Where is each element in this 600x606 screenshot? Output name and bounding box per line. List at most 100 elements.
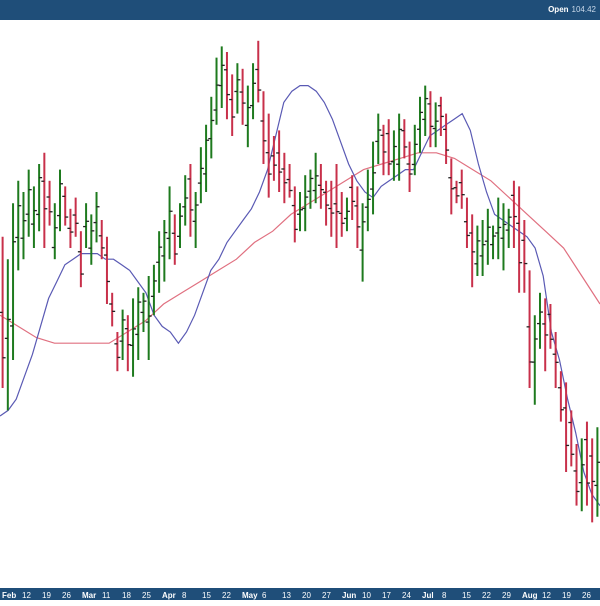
ohlc-bar bbox=[338, 192, 345, 237]
ohlc-bar bbox=[291, 186, 298, 243]
ohlc-bar bbox=[177, 203, 183, 248]
ohlc-bar bbox=[495, 197, 502, 260]
ohlc-bar bbox=[359, 203, 366, 282]
ohlc-bar bbox=[192, 192, 199, 248]
x-tick-label: 22 bbox=[482, 591, 491, 600]
x-tick-label: 19 bbox=[42, 591, 51, 600]
ohlc-bar bbox=[568, 410, 575, 467]
ohlc-bar bbox=[370, 141, 377, 215]
ohlc-bar bbox=[573, 444, 580, 506]
ohlc-bar bbox=[453, 180, 460, 204]
ohlc-bar bbox=[458, 169, 465, 209]
ohlc-bar bbox=[276, 130, 283, 192]
ohlc-bar bbox=[77, 231, 84, 288]
ohlc-bar bbox=[182, 175, 189, 226]
ohlc-bar bbox=[583, 421, 590, 506]
ohlc-bar bbox=[469, 214, 476, 288]
x-tick-label: 12 bbox=[22, 591, 31, 600]
ohlc-bar bbox=[542, 298, 549, 372]
ohlc-bar bbox=[30, 186, 37, 248]
ohlc-bar bbox=[307, 169, 314, 209]
ohlc-bar bbox=[171, 214, 178, 265]
ohlc-bar bbox=[46, 180, 53, 226]
ohlc-bar bbox=[187, 164, 194, 237]
x-tick-label: 8 bbox=[442, 591, 447, 600]
ohlc-bar bbox=[244, 85, 251, 148]
moving-average-short-line bbox=[0, 84, 600, 506]
ohlc-bar bbox=[349, 175, 356, 220]
ohlc-bar bbox=[406, 141, 413, 192]
ohlc-bar bbox=[229, 74, 236, 136]
ohlc-bar bbox=[62, 186, 69, 226]
ohlc-bar bbox=[375, 113, 382, 164]
ohlc-bar bbox=[312, 152, 319, 204]
ohlc-bar bbox=[396, 113, 403, 181]
ohlc-bar bbox=[4, 259, 11, 411]
ohlc-bar bbox=[156, 231, 163, 293]
ohlc-bar bbox=[463, 197, 470, 248]
x-tick-label: Jul bbox=[422, 591, 434, 600]
x-tick-label: Aug bbox=[522, 591, 538, 600]
ohlc-bar bbox=[36, 164, 43, 232]
ohlc-bar bbox=[521, 220, 528, 293]
top-bar: Open 104.42 bbox=[0, 0, 600, 20]
ohlc-bar bbox=[234, 63, 241, 114]
ohlc-bar bbox=[72, 197, 79, 237]
ohlc-bar bbox=[88, 214, 95, 265]
ohlc-bar bbox=[563, 382, 570, 472]
ohlc-bar bbox=[422, 85, 429, 136]
ohlc-bar bbox=[140, 292, 147, 332]
ohlc-bar bbox=[250, 63, 257, 120]
ohlc-bar bbox=[0, 236, 6, 388]
ohlc-bar bbox=[417, 96, 423, 153]
ohlc-bar bbox=[15, 180, 22, 271]
ohlc-bars-layer bbox=[0, 40, 600, 523]
ohlc-bar bbox=[51, 203, 58, 260]
x-tick-label: 18 bbox=[122, 591, 131, 600]
ohlc-bar bbox=[223, 52, 230, 120]
ohlc-bar bbox=[20, 192, 27, 260]
ohlc-bar bbox=[98, 220, 105, 260]
ohlc-bar bbox=[490, 225, 497, 260]
x-tick-label: Mar bbox=[82, 591, 96, 600]
ohlc-bar bbox=[119, 309, 126, 360]
ohlc-bar bbox=[537, 292, 543, 349]
price-chart[interactable] bbox=[0, 20, 600, 588]
x-tick-label: 8 bbox=[182, 591, 187, 600]
ohlc-bar bbox=[218, 46, 225, 108]
ohlc-bar bbox=[364, 169, 371, 232]
ohlc-bar bbox=[526, 270, 533, 388]
open-value: 104.42 bbox=[571, 5, 596, 14]
ohlc-bar bbox=[500, 203, 507, 271]
x-tick-label: 15 bbox=[202, 591, 211, 600]
price-chart-svg bbox=[0, 40, 600, 523]
ohlc-bar bbox=[354, 186, 361, 248]
ohlc-bar bbox=[83, 203, 90, 248]
ohlc-bar bbox=[479, 220, 486, 276]
x-tick-label: Feb bbox=[2, 591, 16, 600]
x-tick-label: 15 bbox=[462, 591, 471, 600]
ohlc-bar bbox=[145, 276, 152, 360]
x-tick-label: 19 bbox=[562, 591, 571, 600]
ohlc-bar bbox=[93, 192, 100, 243]
ohlc-bar bbox=[286, 164, 293, 198]
x-tick-label: 6 bbox=[262, 591, 267, 600]
ohlc-bar bbox=[401, 119, 408, 159]
x-tick-label: 20 bbox=[302, 591, 311, 600]
ohlc-bar bbox=[390, 130, 397, 181]
ohlc-bar bbox=[302, 175, 309, 232]
ohlc-bar bbox=[333, 164, 340, 248]
ohlc-bar bbox=[589, 438, 596, 523]
ohlc-bar bbox=[208, 96, 215, 159]
x-axis: Feb 12 19 26 Mar 11 18 25 Apr 8 15 22 May 6 13 20 27 Jun 1… bbox=[0, 588, 600, 600]
ohlc-bar bbox=[531, 315, 538, 405]
x-tick-label: 11 bbox=[102, 591, 111, 600]
ohlc-bar bbox=[109, 292, 116, 327]
x-tick-label: 26 bbox=[62, 591, 71, 600]
ohlc-bar bbox=[594, 427, 600, 517]
ohlc-bar bbox=[239, 68, 246, 125]
x-tick-label: May bbox=[242, 591, 258, 600]
ohlc-bar bbox=[432, 102, 439, 148]
x-axis-tick-labels: Feb 12 19 26 Mar 11 18 25 Apr 8 15 22 May 6 13 20 27 Jun 1… bbox=[2, 591, 591, 600]
x-tick-label: 29 bbox=[502, 591, 511, 600]
